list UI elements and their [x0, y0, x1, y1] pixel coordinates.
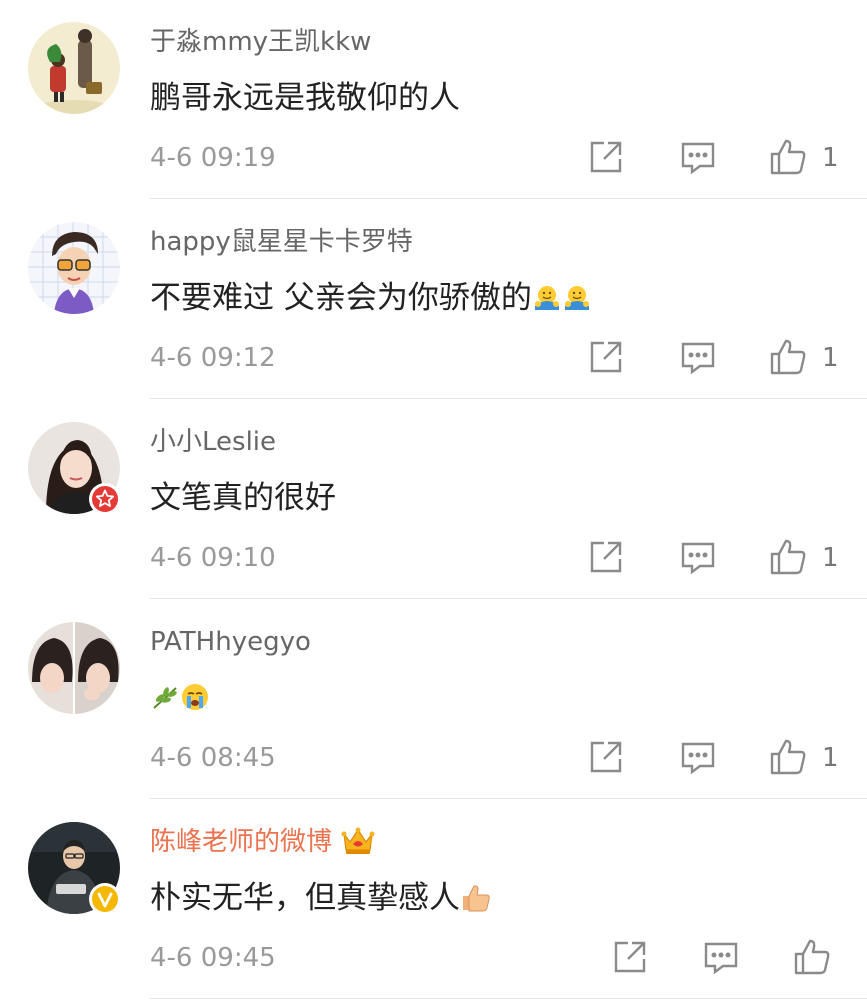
reply-button[interactable]	[678, 537, 718, 577]
comment-username[interactable]: happy鼠星星卡卡罗特	[150, 224, 413, 260]
comment-text: 鹏哥永远是我敬仰的人	[150, 80, 460, 116]
like-count: 1	[822, 343, 839, 373]
share-icon	[614, 941, 646, 973]
avatar[interactable]	[28, 22, 120, 114]
thumbs-up-emoji	[460, 880, 492, 924]
avatar[interactable]	[28, 222, 120, 314]
hug-emoji	[532, 280, 562, 324]
olive-branch-emoji	[150, 680, 180, 724]
share-icon	[590, 741, 622, 773]
comment-text: 不要难过 父亲会为你骄傲的	[150, 276, 592, 324]
share-button[interactable]	[586, 737, 626, 777]
like-button[interactable]	[792, 937, 832, 977]
comment-timestamp: 4-6 09:10	[150, 543, 276, 573]
divider	[150, 598, 867, 599]
comment-icon	[681, 142, 715, 175]
hug-emoji	[562, 280, 592, 324]
comment-item: PATHhyegyo 4-6 08:45 1	[0, 600, 867, 800]
comment-text: 朴实无华，但真挚感人	[150, 876, 492, 924]
comment-username[interactable]: 陈峰老师的微博	[150, 824, 376, 866]
thumbs-up-icon	[770, 139, 806, 175]
reply-button[interactable]	[678, 137, 718, 177]
comment-username[interactable]: PATHhyegyo	[150, 624, 311, 660]
crying-emoji	[180, 680, 210, 724]
like-count: 1	[822, 143, 839, 173]
divider	[150, 398, 867, 399]
divider	[150, 998, 867, 999]
divider	[150, 798, 867, 799]
comment-timestamp: 4-6 09:12	[150, 343, 276, 373]
like-count: 1	[822, 543, 839, 573]
comment-item: 小小Leslie 文笔真的很好 4-6 09:10 1	[0, 400, 867, 600]
thumbs-up-icon	[794, 939, 830, 975]
comment-username[interactable]: 于淼mmy王凯kkw	[150, 24, 371, 60]
like-button[interactable]	[768, 737, 808, 777]
crown-icon	[340, 824, 376, 866]
reply-button[interactable]	[678, 737, 718, 777]
comment-item: 于淼mmy王凯kkw 鹏哥永远是我敬仰的人 4-6 09:19 1	[0, 0, 867, 200]
comment-username[interactable]: 小小Leslie	[150, 424, 276, 460]
thumbs-up-icon	[770, 539, 806, 575]
share-icon	[590, 541, 622, 573]
reply-button[interactable]	[678, 337, 718, 377]
star-badge	[88, 482, 122, 516]
comment-icon	[681, 742, 715, 775]
share-icon	[590, 341, 622, 373]
share-icon	[590, 141, 622, 173]
comment-icon	[704, 942, 738, 975]
comment-timestamp: 4-6 08:45	[150, 743, 276, 773]
comment-timestamp: 4-6 09:45	[150, 943, 276, 973]
comment-icon	[681, 342, 715, 375]
verified-badge	[88, 882, 122, 916]
comment-text: 文笔真的很好	[150, 480, 336, 516]
comment-item: 陈峰老师的微博 朴实无华，但真挚感人 4-6 09:45	[0, 800, 867, 1000]
divider	[150, 198, 867, 199]
like-button[interactable]	[768, 337, 808, 377]
like-button[interactable]	[768, 137, 808, 177]
like-count: 1	[822, 743, 839, 773]
comment-timestamp: 4-6 09:19	[150, 143, 276, 173]
comment-icon	[681, 542, 715, 575]
comment-text	[150, 676, 210, 724]
share-button[interactable]	[610, 937, 650, 977]
comment-item: happy鼠星星卡卡罗特 不要难过 父亲会为你骄傲的 4-6 09:12 1	[0, 200, 867, 400]
reply-button[interactable]	[701, 937, 741, 977]
share-button[interactable]	[586, 337, 626, 377]
thumbs-up-icon	[770, 739, 806, 775]
thumbs-up-icon	[770, 339, 806, 375]
share-button[interactable]	[586, 537, 626, 577]
share-button[interactable]	[586, 137, 626, 177]
like-button[interactable]	[768, 537, 808, 577]
avatar[interactable]	[28, 622, 120, 714]
